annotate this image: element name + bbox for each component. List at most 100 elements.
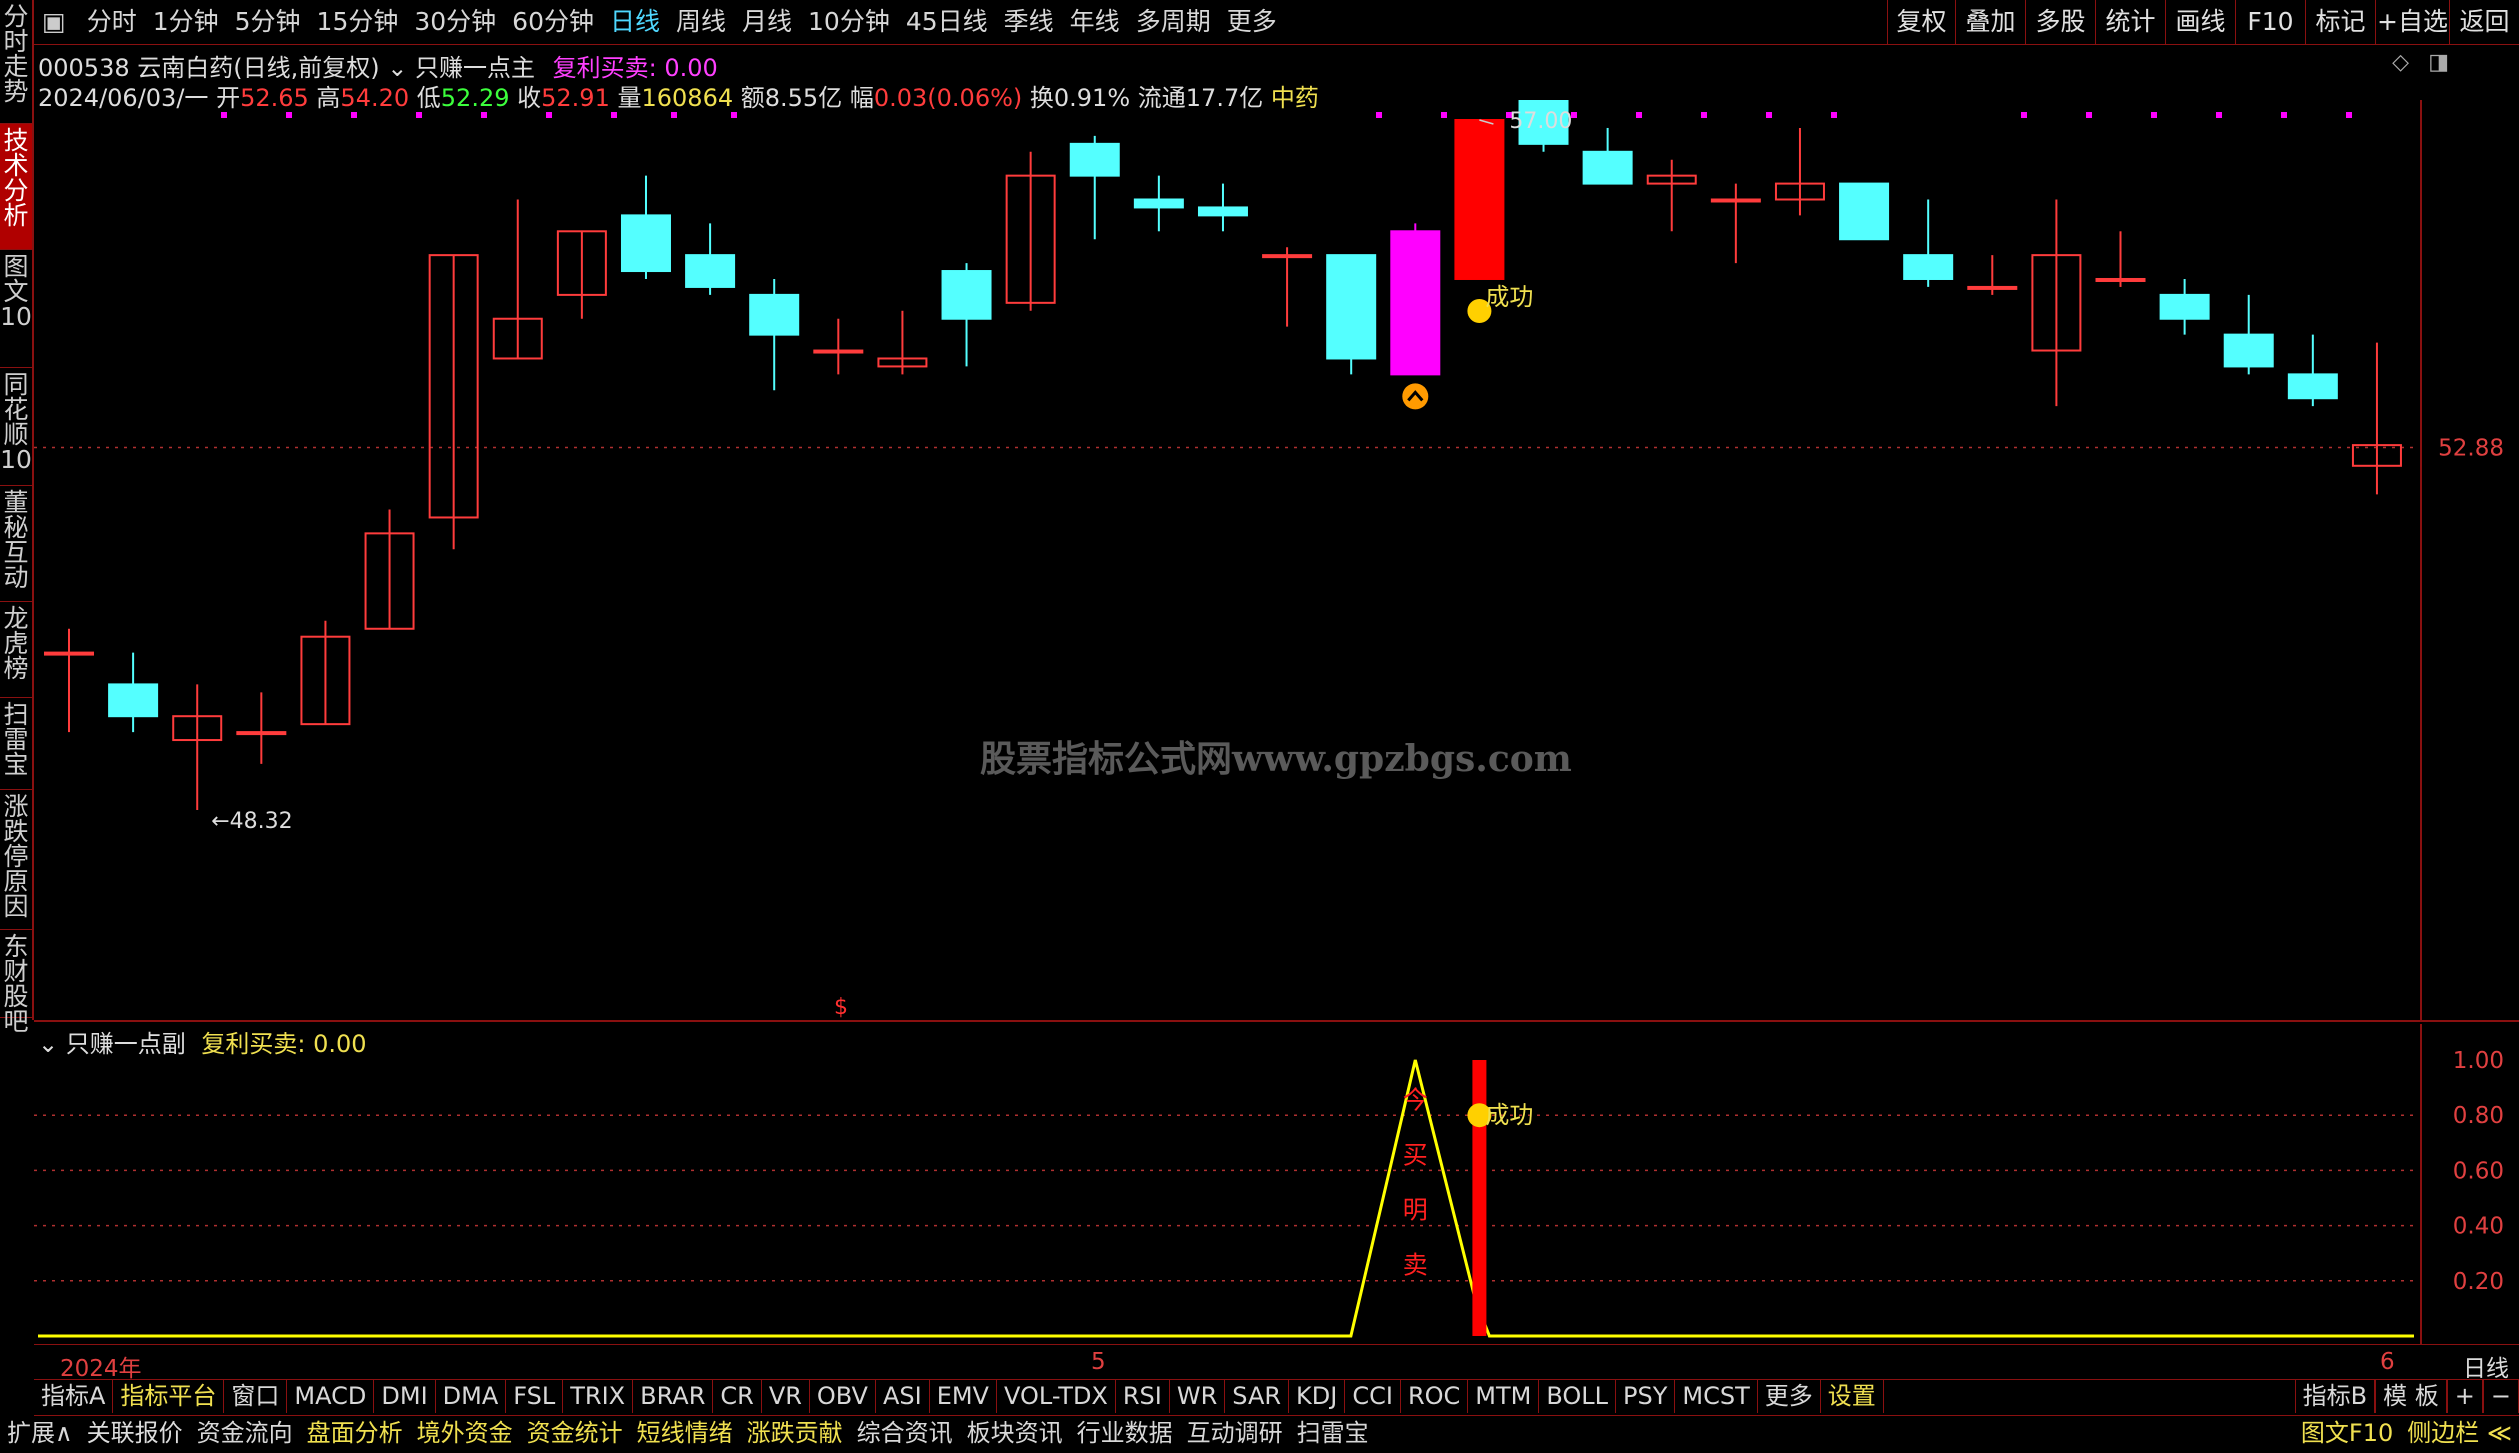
period-tab-4[interactable]: 30分钟 bbox=[406, 0, 504, 44]
indicator-tab-11[interactable]: OBV bbox=[810, 1379, 876, 1413]
status-item-6[interactable]: 短线情绪 bbox=[630, 1416, 740, 1450]
sidebar-item-0[interactable]: 分时走势 bbox=[0, 0, 32, 124]
candle-1[interactable] bbox=[108, 652, 159, 733]
status-item-2[interactable]: 资金流向 bbox=[190, 1416, 300, 1450]
period-tab-3[interactable]: 15分钟 bbox=[309, 0, 407, 44]
period-tab-0[interactable]: 分时 bbox=[79, 0, 145, 44]
indicator-tab-17[interactable]: SAR bbox=[1225, 1379, 1290, 1413]
indicator-tab-14[interactable]: VOL-TDX bbox=[997, 1379, 1116, 1413]
period-tab-11[interactable]: 季线 bbox=[996, 0, 1062, 44]
indicator-tab-3[interactable]: MACD bbox=[287, 1379, 375, 1413]
indicator-tab-10[interactable]: VR bbox=[762, 1379, 810, 1413]
candle-19[interactable] bbox=[1262, 247, 1313, 327]
candle-24[interactable] bbox=[1582, 127, 1633, 185]
toolbar-right-8[interactable]: 返回 bbox=[2449, 0, 2519, 44]
candle-2[interactable] bbox=[172, 684, 223, 810]
status-item-9[interactable]: 板块资讯 bbox=[960, 1416, 1070, 1450]
status-item-3[interactable]: 盘面分析 bbox=[300, 1416, 410, 1450]
status-item-11[interactable]: 互动调研 bbox=[1180, 1416, 1290, 1450]
panel-toggle-icon[interactable]: ◨ bbox=[2428, 50, 2449, 75]
indicator-tab-15[interactable]: RSI bbox=[1116, 1379, 1170, 1413]
candle-14[interactable] bbox=[941, 263, 992, 367]
x-period-label[interactable]: 日线 bbox=[2463, 1349, 2509, 1383]
candle-32[interactable] bbox=[2095, 231, 2146, 287]
period-tab-10[interactable]: 45日线 bbox=[898, 0, 996, 44]
candle-25[interactable] bbox=[1646, 159, 1697, 232]
indicator-right-3[interactable]: − bbox=[2482, 1379, 2519, 1413]
period-tab-1[interactable]: 1分钟 bbox=[145, 0, 227, 44]
indicator-tab-4[interactable]: DMI bbox=[374, 1379, 436, 1413]
candle-20[interactable] bbox=[1326, 254, 1377, 375]
indicator-tab-2[interactable]: 窗口 bbox=[224, 1379, 288, 1413]
indicator-tab-12[interactable]: ASI bbox=[876, 1379, 930, 1413]
period-tab-7[interactable]: 周线 bbox=[668, 0, 734, 44]
candle-31[interactable] bbox=[2031, 199, 2082, 407]
candle-10[interactable] bbox=[685, 223, 736, 295]
sidebar-item-7[interactable]: 涨跌停原因 bbox=[0, 790, 32, 930]
sidebar-item-4[interactable]: 董秘互动 bbox=[0, 486, 32, 602]
period-tab-6[interactable]: 日线 bbox=[602, 0, 668, 44]
toolbar-right-0[interactable]: 复权 bbox=[1887, 0, 1955, 44]
candle-16[interactable] bbox=[1069, 135, 1120, 240]
candle-30[interactable] bbox=[1967, 255, 2018, 295]
indicator-tab-6[interactable]: FSL bbox=[506, 1379, 564, 1413]
candle-0[interactable] bbox=[44, 628, 94, 733]
indicator-tab-25[interactable]: 更多 bbox=[1758, 1379, 1821, 1413]
indicator-tab-21[interactable]: MTM bbox=[1468, 1379, 1540, 1413]
candle-8[interactable] bbox=[556, 230, 607, 319]
sidebar-item-5[interactable]: 龙虎榜 bbox=[0, 602, 32, 698]
toolbar-right-2[interactable]: 多股 bbox=[2025, 0, 2095, 44]
indicator-tab-9[interactable]: CR bbox=[713, 1379, 762, 1413]
indicator-tab-5[interactable]: DMA bbox=[436, 1379, 507, 1413]
candle-7[interactable] bbox=[492, 199, 543, 360]
candle-9[interactable] bbox=[620, 175, 671, 279]
candle-26[interactable] bbox=[1710, 183, 1761, 264]
candle-3[interactable] bbox=[236, 692, 287, 764]
status-item-5[interactable]: 资金统计 bbox=[520, 1416, 630, 1450]
status-right-1[interactable]: 侧边栏 ≪ bbox=[2400, 1416, 2519, 1450]
indicator-right-0[interactable]: 指标B bbox=[2294, 1379, 2376, 1413]
candle-12[interactable] bbox=[813, 318, 864, 375]
indicator-tab-19[interactable]: CCI bbox=[1345, 1379, 1401, 1413]
sub-indicator-chart[interactable]: 1.00 0.80 0.60 0.40 0.20 今买明卖 成功 bbox=[34, 1024, 2519, 1356]
status-item-0[interactable]: 扩展∧ bbox=[0, 1416, 80, 1450]
candle-21[interactable] bbox=[1390, 223, 1441, 376]
status-item-10[interactable]: 行业数据 bbox=[1070, 1416, 1180, 1450]
status-item-8[interactable]: 综合资讯 bbox=[850, 1416, 960, 1450]
indicator-tab-23[interactable]: PSY bbox=[1616, 1379, 1676, 1413]
indicator-tab-22[interactable]: BOLL bbox=[1539, 1379, 1617, 1413]
indicator-tab-1[interactable]: 指标平台 bbox=[113, 1379, 225, 1413]
candle-5[interactable] bbox=[364, 509, 415, 630]
toolbar-right-5[interactable]: F10 bbox=[2235, 0, 2305, 44]
toolbar-right-1[interactable]: 叠加 bbox=[1955, 0, 2025, 44]
toolbar-right-4[interactable]: 画线 bbox=[2165, 0, 2235, 44]
status-item-4[interactable]: 境外资金 bbox=[410, 1416, 520, 1450]
candle-35[interactable] bbox=[2287, 334, 2338, 407]
candle-34[interactable] bbox=[2223, 294, 2274, 375]
status-right-0[interactable]: 图文F10 bbox=[2294, 1416, 2400, 1450]
indicator-tab-16[interactable]: WR bbox=[1170, 1379, 1226, 1413]
toolbar-right-7[interactable]: +自选 bbox=[2375, 0, 2449, 44]
indicator-tab-24[interactable]: MCST bbox=[1675, 1379, 1758, 1413]
candle-36[interactable] bbox=[2351, 342, 2402, 495]
candle-22[interactable] bbox=[1454, 119, 1505, 280]
indicator-tab-13[interactable]: EMV bbox=[930, 1379, 997, 1413]
period-tab-14[interactable]: 更多 bbox=[1219, 0, 1285, 44]
candle-29[interactable] bbox=[1903, 199, 1954, 287]
period-tab-9[interactable]: 10分钟 bbox=[800, 0, 898, 44]
candle-18[interactable] bbox=[1197, 183, 1248, 232]
indicator-tab-20[interactable]: ROC bbox=[1401, 1379, 1469, 1413]
candle-11[interactable] bbox=[749, 278, 800, 391]
indicator-tab-7[interactable]: TRIX bbox=[563, 1379, 634, 1413]
sidebar-item-6[interactable]: 扫雷宝 bbox=[0, 698, 32, 790]
toolbar-right-3[interactable]: 统计 bbox=[2095, 0, 2165, 44]
period-tab-5[interactable]: 60分钟 bbox=[504, 0, 602, 44]
status-item-1[interactable]: 关联报价 bbox=[80, 1416, 190, 1450]
status-item-12[interactable]: 扫雷宝 bbox=[1290, 1416, 1376, 1450]
toolbar-right-6[interactable]: 标记 bbox=[2305, 0, 2375, 44]
candle-15[interactable] bbox=[1005, 151, 1056, 311]
period-tab-8[interactable]: 月线 bbox=[734, 0, 800, 44]
sidebar-item-2[interactable]: 图文10 bbox=[0, 250, 32, 368]
candle-13[interactable] bbox=[877, 310, 928, 375]
candlestick-chart[interactable]: 52.88 57.00 ←48.32 成功 $ bbox=[34, 100, 2519, 1020]
